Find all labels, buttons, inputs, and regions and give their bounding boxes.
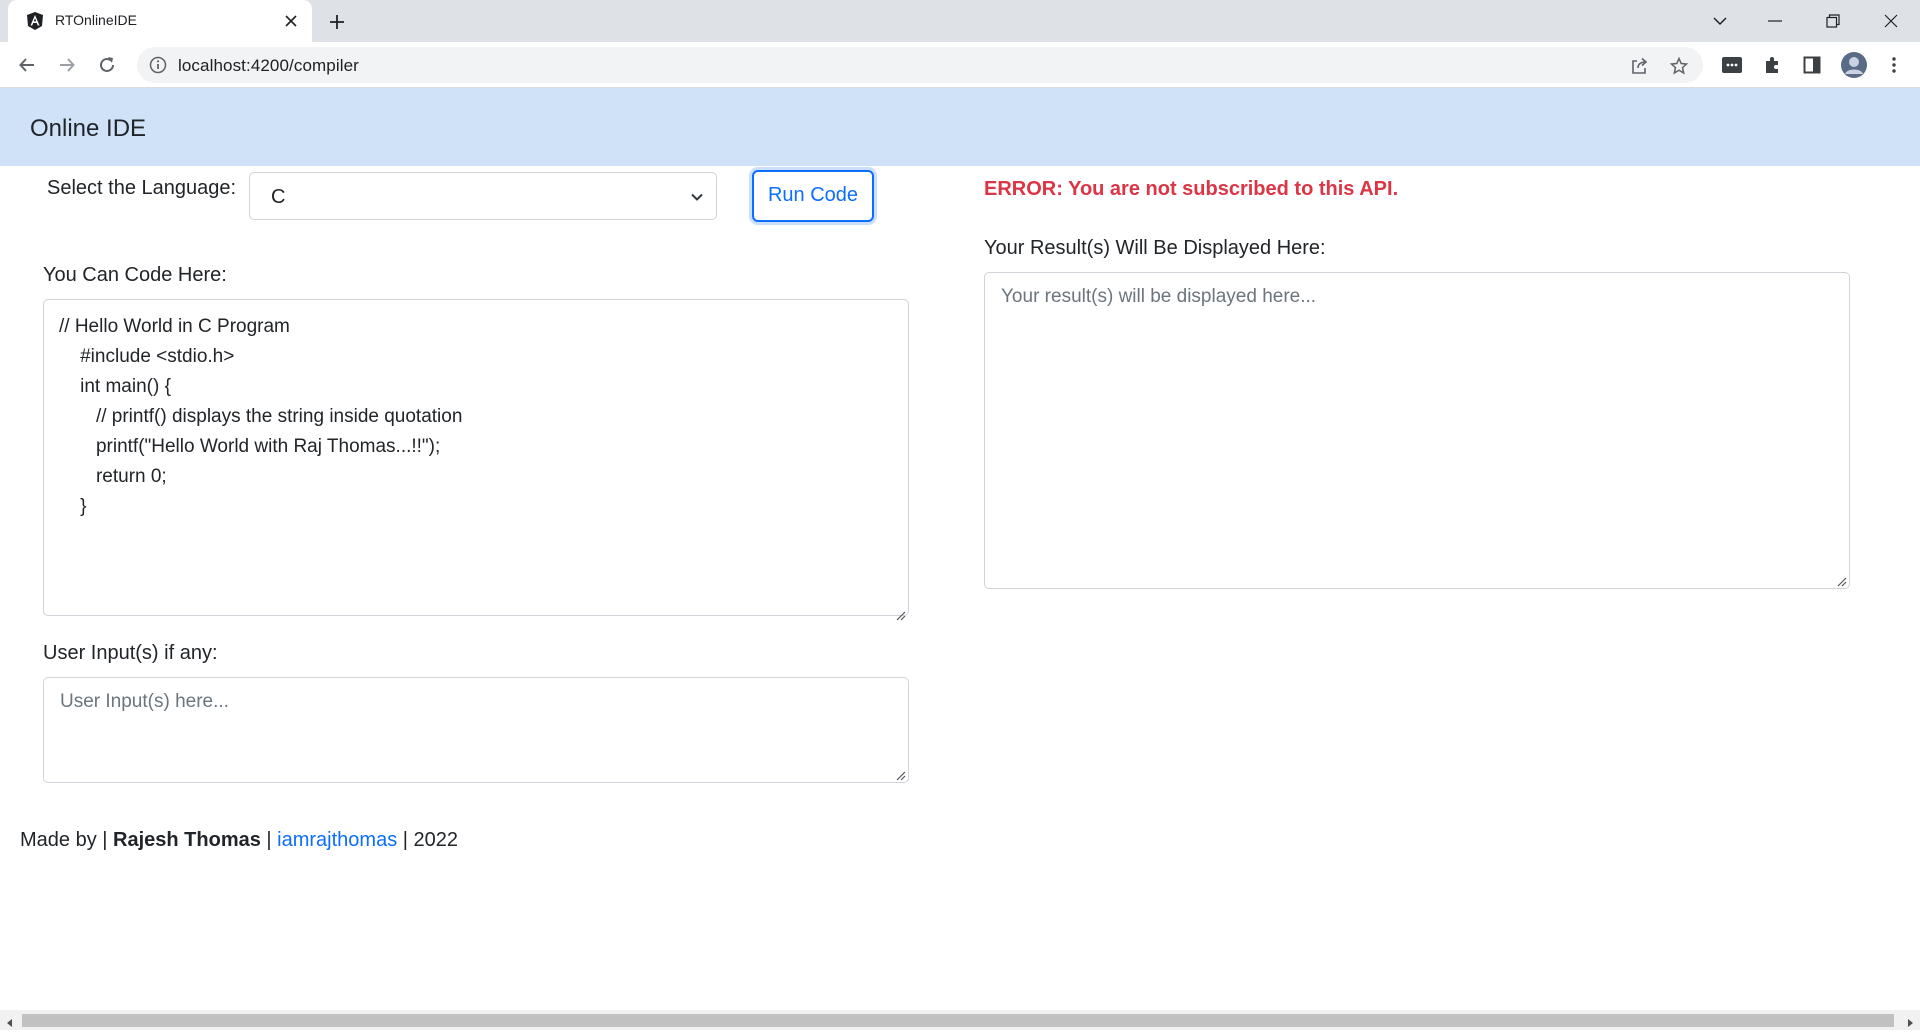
app-navbar: Online IDE	[0, 88, 1920, 166]
extension-icon[interactable]	[1720, 53, 1744, 77]
result-placeholder: Your result(s) will be displayed here...	[1001, 286, 1317, 307]
tab-title: RTOnlineIDE	[55, 12, 137, 28]
result-label: Your Result(s) Will Be Displayed Here:	[984, 237, 1326, 259]
user-input-placeholder: User Input(s) here...	[60, 691, 229, 712]
code-line: printf("Hello World with Raj Thomas...!!…	[59, 436, 441, 457]
browser-toolbar: localhost:4200/compiler	[0, 42, 1920, 88]
resize-handle-icon[interactable]	[894, 768, 906, 781]
reload-icon[interactable]	[92, 50, 122, 80]
footer-prefix: Made by |	[20, 829, 114, 851]
restore-icon[interactable]	[1813, 6, 1853, 36]
more-menu-icon[interactable]	[1882, 53, 1906, 77]
new-tab-icon[interactable]	[324, 9, 350, 35]
code-editor-label: You Can Code Here:	[43, 264, 227, 286]
user-input-textarea[interactable]: User Input(s) here...	[43, 677, 909, 783]
tab-search-icon[interactable]	[1700, 6, 1740, 36]
close-window-icon[interactable]	[1871, 6, 1911, 36]
scrollbar-thumb[interactable]	[22, 1014, 1894, 1027]
footer-handle-link[interactable]: iamrajthomas	[277, 829, 397, 851]
language-select[interactable]: C	[249, 172, 717, 220]
page-viewport: Online IDE Select the Language: C Run Co…	[0, 88, 1920, 1010]
resize-handle-icon[interactable]	[1835, 574, 1847, 587]
minimize-icon[interactable]	[1755, 6, 1795, 36]
language-label: Select the Language:	[47, 177, 237, 199]
navbar-brand[interactable]: Online IDE	[30, 115, 146, 143]
code-line: #include <stdio.h>	[59, 346, 235, 367]
user-input-label: User Input(s) if any:	[43, 642, 218, 664]
code-line: // printf() displays the string inside q…	[59, 406, 463, 427]
run-code-button[interactable]: Run Code	[752, 170, 874, 222]
code-line: int main() {	[59, 376, 171, 397]
scroll-left-icon[interactable]	[5, 1015, 15, 1027]
forward-icon[interactable]	[52, 50, 82, 80]
share-icon[interactable]	[1628, 55, 1650, 77]
site-info-icon[interactable]	[149, 56, 167, 74]
result-textarea[interactable]: Your result(s) will be displayed here...	[984, 272, 1850, 589]
error-message: ERROR: You are not subscribed to this AP…	[984, 178, 1399, 200]
horizontal-scrollbar[interactable]	[0, 1010, 1920, 1030]
code-line: }	[59, 496, 87, 517]
footer-year: | 2022	[397, 829, 459, 851]
language-selected-value: C	[271, 186, 286, 208]
extensions-puzzle-icon[interactable]	[1760, 53, 1784, 77]
code-line: return 0;	[59, 466, 167, 487]
url-text: localhost:4200/compiler	[178, 56, 359, 75]
bookmark-star-icon[interactable]	[1668, 55, 1690, 77]
footer-separator: |	[260, 829, 278, 851]
address-bar[interactable]: localhost:4200/compiler	[137, 47, 1703, 83]
browser-tabstrip: RTOnlineIDE	[0, 0, 1920, 42]
code-line: // Hello World in C Program	[59, 316, 290, 337]
scroll-right-icon[interactable]	[1905, 1015, 1915, 1027]
browser-tab[interactable]: RTOnlineIDE	[8, 0, 312, 42]
back-icon[interactable]	[12, 50, 42, 80]
profile-avatar[interactable]	[1840, 51, 1868, 79]
resize-handle-icon[interactable]	[894, 601, 906, 621]
page-footer: Made by | Rajesh Thomas | iamrajthomas |…	[20, 829, 458, 852]
angular-icon	[25, 11, 45, 31]
chevron-down-icon	[690, 190, 704, 204]
code-editor[interactable]: // Hello World in C Program #include <st…	[43, 299, 909, 621]
footer-author: Rajesh Thomas	[113, 829, 261, 851]
close-tab-icon[interactable]	[280, 10, 302, 32]
side-panel-icon[interactable]	[1800, 53, 1824, 77]
